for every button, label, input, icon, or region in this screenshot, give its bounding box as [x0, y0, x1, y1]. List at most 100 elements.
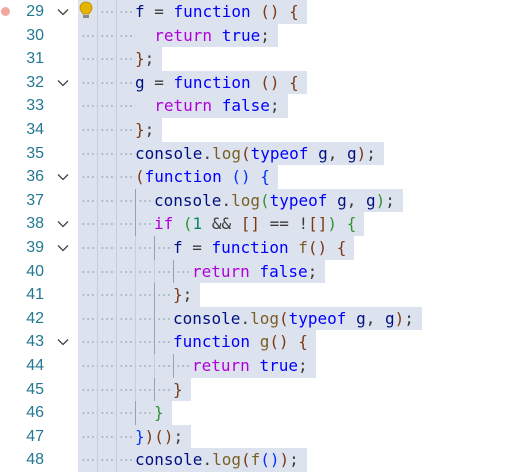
code-text[interactable]: f = function () { [135, 0, 307, 24]
code-line[interactable]: 42 console.log(typeof g, g); [0, 306, 515, 331]
code-line[interactable]: 41}; [0, 283, 515, 307]
code-line[interactable]: 31}; [0, 47, 515, 71]
code-content[interactable]: function g() { [78, 330, 316, 354]
whitespace-dots [157, 270, 173, 273]
fold-chevron-down-icon[interactable] [54, 212, 72, 236]
code-text[interactable]: }; [173, 283, 201, 307]
code-content[interactable]: return false; [78, 259, 326, 284]
code-line[interactable]: 33 return false; [0, 94, 515, 118]
indent-guide [116, 0, 135, 24]
code-line[interactable]: 29 f = function () { [0, 0, 515, 24]
code-line[interactable]: 34}; [0, 118, 515, 142]
code-content[interactable]: (function () { [78, 165, 278, 189]
line-number: 47 [26, 427, 44, 445]
indent-guide [116, 165, 135, 189]
line-number: 40 [26, 262, 44, 280]
fold-chevron-down-icon[interactable] [54, 165, 72, 189]
code-content[interactable]: } [78, 377, 191, 402]
code-content[interactable]: }; [78, 118, 163, 142]
code-text[interactable]: if (1 && [] == ![]) { [154, 212, 365, 236]
code-line[interactable]: 46} [0, 401, 515, 425]
code-text[interactable]: f = function f() { [173, 236, 355, 260]
code-text[interactable]: g = function () { [135, 70, 307, 95]
code-line[interactable]: 39 f = function f() { [0, 236, 515, 260]
code-text[interactable]: })(); [135, 424, 192, 449]
code-token: console [135, 143, 203, 163]
indent-guide [116, 306, 135, 331]
indent-guide [135, 401, 154, 425]
whitespace-dots [138, 247, 154, 249]
code-line[interactable]: 30 return true; [0, 23, 515, 48]
code-text[interactable]: } [173, 377, 191, 402]
code-content[interactable]: })(); [78, 424, 192, 449]
code-line[interactable]: 48 console.log(f()); [0, 448, 515, 472]
code-content[interactable]: console.log(typeof g, g); [78, 188, 403, 213]
whitespace-dots [119, 105, 135, 108]
code-line[interactable]: 44 return true; [0, 354, 515, 378]
code-content[interactable]: }; [78, 47, 163, 71]
indent-guide [78, 188, 97, 213]
code-line[interactable]: 43 function g() { [0, 330, 515, 354]
code-text[interactable]: return false; [135, 94, 288, 118]
indent-guide [154, 330, 173, 354]
code-content[interactable]: } [78, 401, 172, 425]
code-text[interactable]: }; [135, 118, 163, 142]
code-text[interactable]: console.log(typeof g, g); [173, 306, 422, 331]
fold-chevron-down-icon[interactable] [54, 0, 72, 24]
code-text[interactable]: console.log(typeof g, g); [154, 188, 403, 213]
code-content[interactable]: }; [78, 283, 201, 307]
indent-guide [135, 354, 154, 378]
indent-guide [78, 401, 97, 425]
lightbulb-icon[interactable] [78, 1, 96, 23]
code-token: , [346, 190, 366, 210]
code-text[interactable]: return true; [192, 354, 316, 378]
whitespace-dots [81, 105, 97, 108]
fold-chevron-down-icon[interactable] [54, 330, 72, 354]
code-text[interactable]: } [154, 401, 172, 425]
breakpoint-icon[interactable] [1, 7, 10, 16]
code-text[interactable]: }; [135, 47, 163, 71]
code-token: function [211, 238, 289, 257]
code-content[interactable]: return false; [78, 94, 288, 118]
code-line[interactable]: 40 return false; [0, 259, 515, 284]
code-content[interactable]: f = function f() { [78, 236, 355, 260]
code-line[interactable]: 45} [0, 377, 515, 402]
code-token: ; [144, 120, 155, 139]
code-line[interactable]: 35 console.log(typeof g, g); [0, 141, 515, 166]
code-line[interactable]: 36 (function () { [0, 165, 515, 189]
indent-guide [116, 283, 135, 307]
whitespace-dots [176, 365, 192, 367]
code-text[interactable]: console.log(typeof g, g); [135, 141, 384, 166]
code-text[interactable]: console.log(f()); [135, 448, 307, 472]
code-content[interactable]: f = function () { [78, 0, 307, 24]
code-line[interactable]: 47 })(); [0, 424, 515, 449]
code-content[interactable]: g = function () { [78, 70, 307, 95]
code-content[interactable]: console.log(f()); [78, 448, 307, 472]
code-content[interactable]: console.log(typeof g, g); [78, 306, 422, 331]
code-line[interactable]: 38 if (1 && [] == ![]) { [0, 212, 515, 236]
line-number: 42 [26, 309, 44, 327]
code-content[interactable]: console.log(typeof g, g); [78, 141, 384, 166]
code-token: ( [135, 167, 145, 187]
whitespace-dots [119, 270, 135, 273]
code-editor[interactable]: 29 f = function () {30 return true; 31}; 32… [0, 0, 515, 475]
code-text[interactable]: return false; [192, 259, 326, 284]
whitespace-dots [100, 223, 116, 226]
whitespace-dots [119, 129, 135, 131]
indent-guide [116, 118, 135, 142]
indent-guide [78, 306, 97, 331]
whitespace-dots [176, 270, 192, 273]
code-line[interactable]: 32 g = function () { [0, 70, 515, 95]
whitespace-dots [138, 294, 154, 297]
whitespace-dots [138, 270, 154, 273]
code-content[interactable]: return true; [78, 354, 316, 378]
fold-chevron-down-icon[interactable] [54, 236, 72, 260]
code-text[interactable]: function g() { [173, 330, 316, 354]
code-content[interactable]: if (1 && [] == ![]) { [78, 212, 365, 236]
code-line[interactable]: 37 console.log(typeof g, g); [0, 188, 515, 213]
code-text[interactable]: return true; [135, 23, 278, 48]
code-text[interactable]: (function () { [135, 165, 278, 189]
fold-chevron-down-icon[interactable] [54, 71, 72, 95]
code-content[interactable]: return true; [78, 23, 278, 48]
